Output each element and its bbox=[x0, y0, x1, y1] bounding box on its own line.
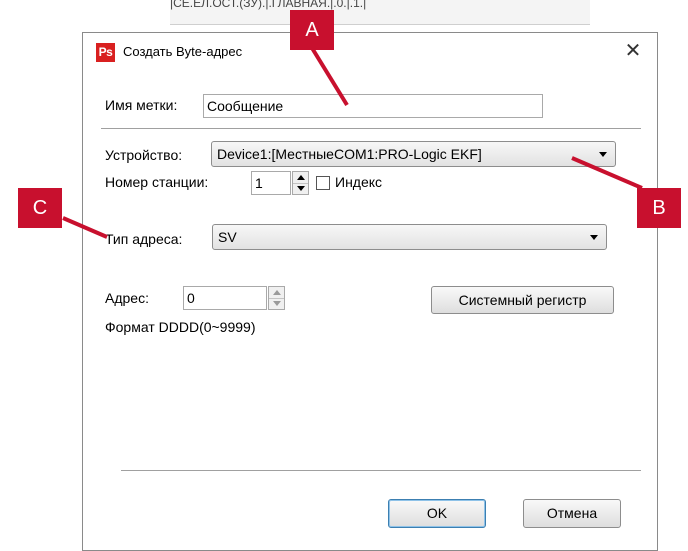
callout-b: B bbox=[637, 188, 681, 228]
callout-b-arrow bbox=[571, 156, 643, 190]
callout-a-arrow bbox=[310, 46, 349, 107]
callout-arrows bbox=[62, 46, 643, 239]
callout-c: C bbox=[18, 188, 62, 228]
callout-a: A bbox=[290, 10, 334, 50]
callout-c-arrow bbox=[62, 216, 108, 239]
